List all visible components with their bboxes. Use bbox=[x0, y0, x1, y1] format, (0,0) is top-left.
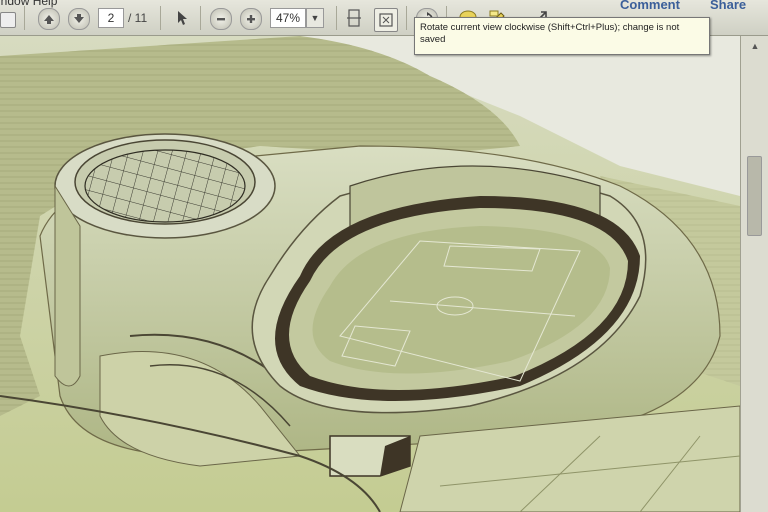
zoom-level-input[interactable]: 47% bbox=[270, 8, 306, 28]
toolbar-separator bbox=[200, 6, 201, 30]
scroll-up-icon[interactable]: ▲ bbox=[749, 40, 761, 52]
comment-button[interactable]: Comment bbox=[620, 0, 680, 12]
document-view[interactable] bbox=[0, 36, 740, 512]
menu-bar-fragment[interactable]: indow Help bbox=[0, 0, 57, 8]
fit-width-icon[interactable] bbox=[344, 8, 364, 28]
zoom-dropdown-icon[interactable]: ▼ bbox=[306, 8, 324, 28]
stadium-model-render bbox=[0, 36, 740, 512]
zoom-in-icon[interactable] bbox=[240, 8, 262, 30]
vertical-scrollbar[interactable]: ▲ bbox=[740, 36, 768, 512]
select-tool-icon[interactable] bbox=[172, 8, 192, 28]
next-page-icon[interactable] bbox=[68, 8, 90, 30]
toolbar-separator bbox=[406, 6, 407, 30]
page-total-label: / 11 bbox=[128, 11, 148, 25]
current-page-input[interactable]: 2 bbox=[98, 8, 124, 28]
save-icon[interactable] bbox=[0, 12, 16, 28]
toolbar-separator bbox=[336, 6, 337, 30]
rotate-tooltip: Rotate current view clockwise (Shift+Ctr… bbox=[414, 17, 710, 55]
toolbar-separator bbox=[24, 6, 25, 30]
scrollbar-thumb[interactable] bbox=[747, 156, 762, 236]
fit-page-icon[interactable] bbox=[374, 8, 398, 32]
share-button[interactable]: Share bbox=[710, 0, 746, 12]
zoom-out-icon[interactable] bbox=[210, 8, 232, 30]
toolbar-separator bbox=[160, 6, 161, 30]
prev-page-icon[interactable] bbox=[38, 8, 60, 30]
